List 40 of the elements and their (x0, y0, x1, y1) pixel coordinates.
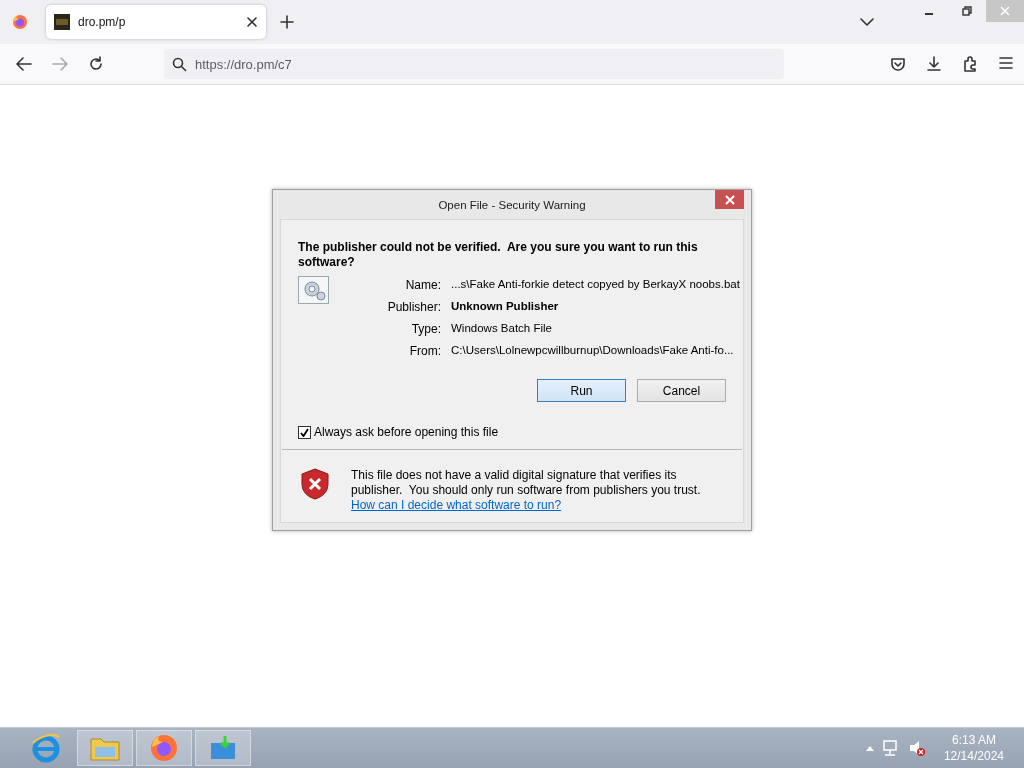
checkbox[interactable] (298, 425, 311, 439)
firefox-icon[interactable] (12, 14, 28, 30)
reload-icon[interactable] (88, 56, 104, 72)
restore-icon[interactable] (962, 6, 972, 16)
shield-error-icon (301, 468, 329, 500)
puzzle-icon[interactable] (962, 56, 978, 72)
checkbox-label: Always ask before opening this file (314, 425, 499, 439)
firefox-icon[interactable] (149, 733, 179, 763)
clock-time: 6:13 AM (951, 732, 996, 748)
gear-file-icon (298, 276, 329, 304)
field-label: From: (408, 344, 441, 358)
field-value: C:\Users\Lolnewpcwillburnup\Downloads\Fake Anti-fo... (451, 344, 735, 358)
field-value: Windows Batch File (451, 322, 553, 336)
field-label: Type: (410, 322, 441, 336)
clock-date: 12/14/2024 (943, 748, 1004, 764)
check-icon (300, 427, 309, 437)
dialog-button[interactable]: Cancel (637, 379, 726, 402)
close-icon[interactable] (246, 16, 258, 28)
address-bar[interactable]: https://dro.pm/c7 (164, 49, 784, 79)
back-arrow-icon[interactable] (16, 57, 32, 71)
chevron-down-icon[interactable] (860, 18, 874, 26)
speaker-muted-icon[interactable] (907, 739, 926, 757)
field-label: Publisher: (386, 300, 441, 314)
help-link[interactable]: How can I decide what software to run? (351, 498, 562, 512)
menu-icon[interactable] (998, 56, 1014, 70)
dialog-title: Open File - Security Warning (438, 198, 586, 211)
field-label: Name: (404, 278, 441, 292)
warning-text: This file does not have a valid digital signature that verifies its publisher. You should only run software from publishers you trust. (351, 468, 702, 498)
search-icon (172, 56, 187, 72)
browser-tab[interactable]: dro.pm/p (46, 5, 266, 39)
warning-heading: The publisher could not be verified. Are you sure you want to run this software? (298, 240, 699, 270)
field-value: ...s\Fake Anti-forkie detect copyed by BerkayX noobs.bat (451, 278, 740, 292)
close-icon (724, 194, 735, 205)
dialog-button[interactable]: Run (537, 379, 626, 402)
download-icon[interactable] (926, 56, 942, 72)
pocket-icon[interactable] (890, 56, 906, 72)
new-tab-icon[interactable] (280, 15, 294, 29)
close-button[interactable] (715, 190, 744, 209)
field-value: Unknown Publisher (451, 300, 560, 314)
favicon-icon (54, 14, 70, 30)
